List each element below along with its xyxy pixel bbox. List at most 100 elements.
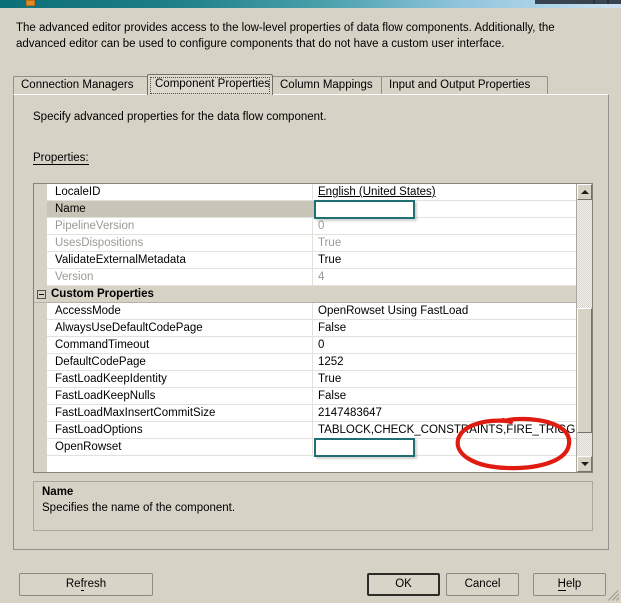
grid-row-value[interactable]: English (United States) (318, 185, 575, 200)
grid-row[interactable]: CommandTimeout 0 (47, 337, 577, 354)
grid-row-name: Version (55, 271, 94, 283)
grid-row[interactable]: Version 4 (47, 269, 577, 286)
grid-column-splitter[interactable] (312, 320, 313, 336)
grid-column-splitter[interactable] (312, 269, 313, 285)
grid-column-splitter[interactable] (312, 388, 313, 404)
close-icon[interactable] (609, 0, 621, 4)
grid-gutter (34, 184, 47, 472)
grid-row[interactable]: LocaleID English (United States) (47, 184, 577, 201)
description-title: Name (42, 486, 74, 498)
properties-label-text: Properties: (33, 152, 89, 165)
chevron-up-icon (580, 190, 589, 194)
scroll-up-button[interactable] (577, 184, 592, 200)
grid-row-name: CommandTimeout (55, 339, 150, 351)
page-hint: Specify advanced properties for the data… (33, 111, 327, 123)
tab-label: Component Properties (155, 78, 271, 90)
grid-row[interactable]: FastLoadOptions TABLOCK,CHECK_CONSTRAINTS… (47, 422, 577, 439)
grid-row[interactable]: DefaultCodePage 1252 (47, 354, 577, 371)
grid-row-name: FastLoadMaxInsertCommitSize (55, 407, 216, 419)
grid-row-value[interactable]: 0 (318, 338, 575, 353)
grid-row-value[interactable]: TABLOCK,CHECK_CONSTRAINTS,FIRE_TRIGGERS (318, 423, 575, 438)
grid-row-name: AlwaysUseDefaultCodePage (55, 322, 203, 334)
maximize-icon[interactable] (595, 0, 607, 4)
app-icon (26, 0, 35, 6)
grid-row-name: ValidateExternalMetadata (55, 254, 186, 266)
grid-column-splitter[interactable] (312, 354, 313, 370)
grid-column-splitter[interactable] (312, 303, 313, 319)
grid-row-value[interactable]: False (318, 321, 575, 336)
properties-label: Properties: (33, 152, 89, 165)
window-titlebar (0, 0, 621, 8)
minimize-icon[interactable] (535, 0, 593, 4)
grid-row-value[interactable]: False (318, 389, 575, 404)
grid-row-name: PipelineVersion (55, 220, 135, 232)
tab-label: Connection Managers (21, 79, 134, 91)
description-text: Specifies the name of the component. (42, 502, 236, 514)
grid-row[interactable]: ValidateExternalMetadata True (47, 252, 577, 269)
grid-row[interactable]: AlwaysUseDefaultCodePage False (47, 320, 577, 337)
refresh-button[interactable]: Refresh (19, 573, 153, 596)
tab-column-mappings[interactable]: Column Mappings (272, 76, 382, 94)
grid-value-editor[interactable] (314, 438, 415, 457)
tab-connection-managers[interactable]: Connection Managers (13, 76, 148, 94)
grid-row-value[interactable]: 0 (318, 219, 575, 234)
grid-row[interactable]: Name (47, 200, 577, 219)
cancel-button[interactable]: Cancel (446, 573, 519, 596)
grid-column-splitter[interactable] (312, 371, 313, 387)
grid-value-editor[interactable] (314, 200, 415, 219)
grid-row[interactable]: OpenRowset (47, 438, 577, 457)
grid-column-splitter[interactable] (312, 252, 313, 268)
chevron-down-icon (580, 462, 589, 466)
property-grid[interactable]: LocaleID English (United States) Name Pipel… (33, 183, 593, 473)
grid-row[interactable]: FastLoadKeepIdentity True (47, 371, 577, 388)
tab-strip: Connection Managers Component Properties C… (13, 74, 609, 95)
grid-scrollbar[interactable] (576, 184, 592, 472)
window-controls[interactable] (535, 0, 621, 4)
grid-column-splitter[interactable] (312, 235, 313, 251)
help-button[interactable]: Help (533, 573, 606, 596)
grid-row-name: LocaleID (55, 186, 101, 198)
grid-row[interactable]: UsesDispositions True (47, 235, 577, 252)
tab-label: Input and Output Properties (389, 79, 531, 91)
grid-row[interactable]: AccessMode OpenRowset Using FastLoad (47, 303, 577, 320)
description-pane: Name Specifies the name of the component… (33, 481, 593, 531)
grid-row-name: AccessMode (55, 305, 121, 317)
grid-row[interactable]: FastLoadMaxInsertCommitSize 2147483647 (47, 405, 577, 422)
grid-row-value[interactable]: 1252 (318, 355, 575, 370)
tab-page-component-properties: Specify advanced properties for the data… (13, 94, 609, 550)
grid-row-name: FastLoadOptions (55, 424, 143, 436)
scrollbar-thumb[interactable] (577, 308, 592, 433)
grid-row[interactable]: PipelineVersion 0 (47, 218, 577, 235)
scroll-down-button[interactable] (577, 456, 592, 472)
help-accel: H (557, 578, 566, 591)
grid-category-header[interactable]: Custom Properties (34, 286, 577, 303)
grid-row-name: Name (47, 201, 320, 217)
tab-component-properties[interactable]: Component Properties (147, 74, 273, 95)
grid-row-value[interactable]: 2147483647 (318, 406, 575, 421)
advanced-editor-dialog: The advanced editor provides access to t… (0, 0, 621, 603)
grid-column-splitter[interactable] (312, 337, 313, 353)
grid-column-splitter[interactable] (312, 405, 313, 421)
tab-input-and-output-properties[interactable]: Input and Output Properties (381, 76, 548, 94)
grid-column-splitter[interactable] (312, 218, 313, 234)
grid-row-name: FastLoadKeepIdentity (55, 373, 167, 385)
grid-column-splitter[interactable] (312, 439, 313, 455)
grid-row-value[interactable]: OpenRowset Using FastLoad (318, 304, 575, 319)
property-grid-rows: LocaleID English (United States) Name Pipel… (34, 184, 577, 472)
grid-row-value[interactable]: True (318, 236, 575, 251)
grid-column-splitter[interactable] (312, 422, 313, 438)
grid-column-splitter[interactable] (312, 184, 313, 200)
collapse-icon[interactable] (37, 290, 46, 299)
grid-row-value[interactable]: 4 (318, 270, 575, 285)
resize-grip[interactable] (606, 588, 620, 602)
grid-row[interactable]: FastLoadKeepNulls False (47, 388, 577, 405)
grid-row-name: DefaultCodePage (55, 356, 146, 368)
grid-row-name: UsesDispositions (55, 237, 144, 249)
dialog-body: The advanced editor provides access to t… (0, 8, 621, 603)
grid-row-value[interactable]: True (318, 253, 575, 268)
grid-category-label: Custom Properties (51, 288, 154, 300)
grid-row-name: OpenRowset (55, 441, 122, 453)
grid-row-value[interactable]: True (318, 372, 575, 387)
ok-button[interactable]: OK (367, 573, 440, 596)
grid-row-name: FastLoadKeepNulls (55, 390, 156, 402)
